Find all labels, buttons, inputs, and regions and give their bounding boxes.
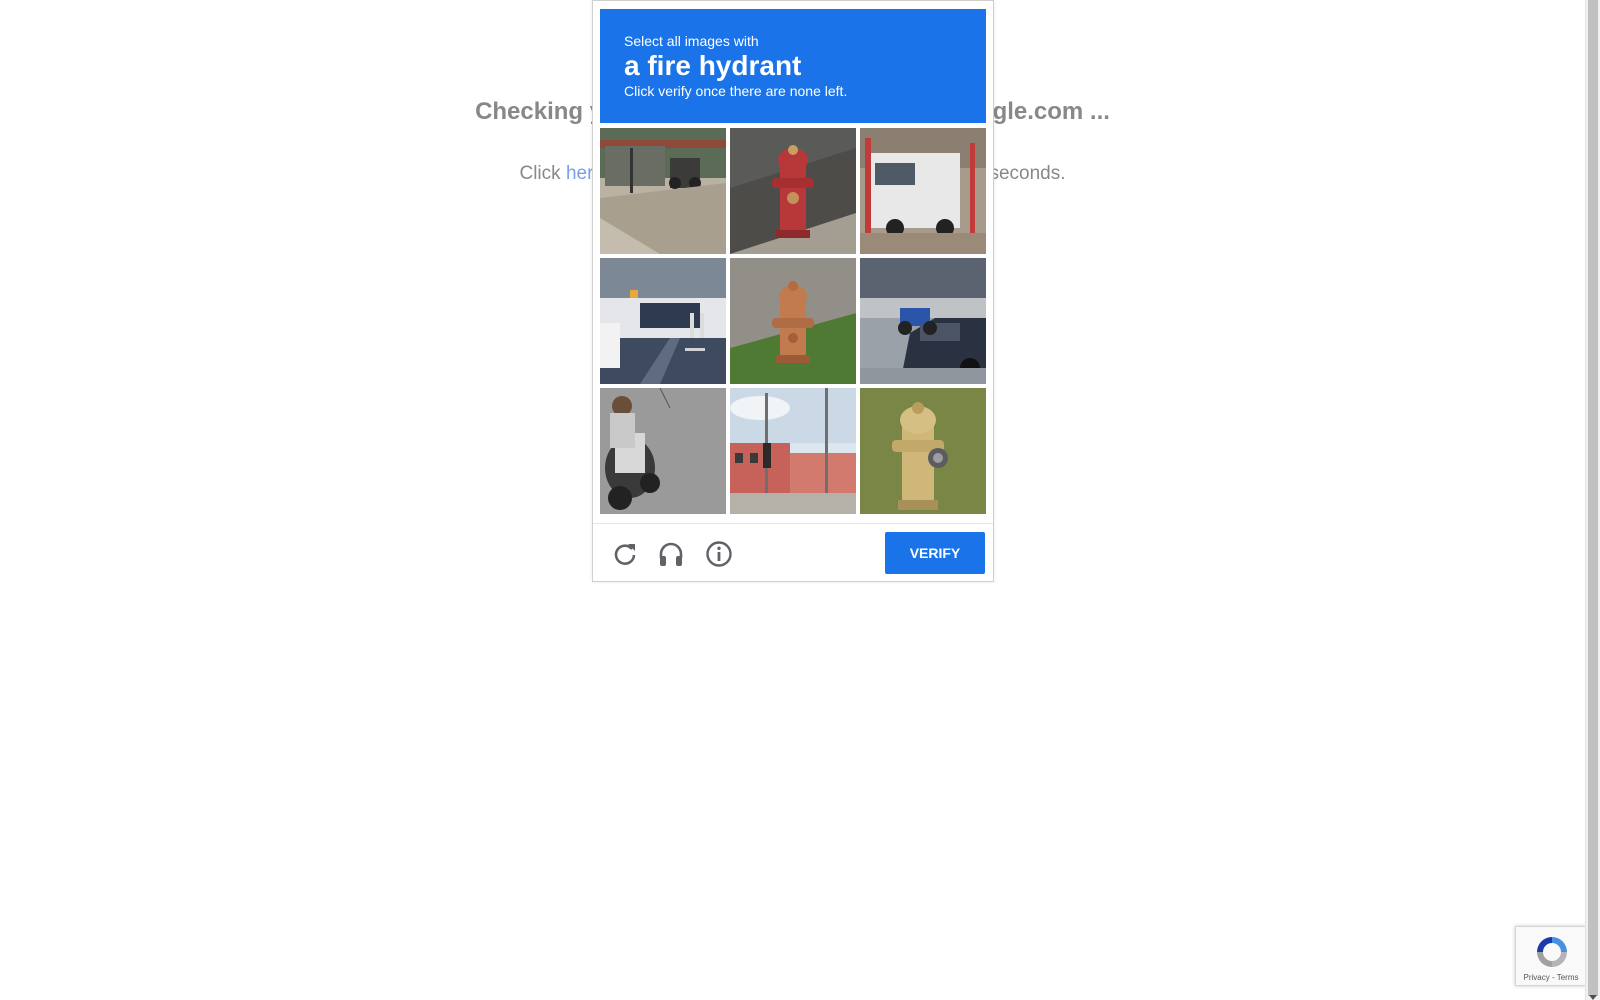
verify-button[interactable]: VERIFY [885, 532, 985, 574]
captcha-tile-7[interactable] [600, 388, 726, 514]
captcha-header: Select all images with a fire hydrant Cl… [600, 9, 986, 123]
reload-icon[interactable] [611, 540, 639, 568]
captcha-tile-9[interactable] [860, 388, 986, 514]
badge-links: Privacy - Terms [1516, 973, 1586, 982]
redirect-prefix: Click [519, 163, 566, 184]
page-scrollbar[interactable] [1585, 0, 1600, 1000]
headphones-icon[interactable] [657, 540, 685, 568]
captcha-footer: VERIFY [593, 523, 993, 582]
captcha-tile-3[interactable] [860, 128, 986, 254]
recaptcha-badge[interactable]: Privacy - Terms [1515, 926, 1585, 986]
privacy-link[interactable]: Privacy [1524, 973, 1550, 982]
captcha-instruction: Select all images with [624, 33, 759, 49]
captcha-target: a fire hydrant [624, 50, 802, 81]
captcha-image-grid [600, 128, 986, 514]
captcha-tile-2[interactable] [730, 128, 856, 254]
scroll-down-icon[interactable] [1589, 995, 1597, 1000]
terms-link[interactable]: Terms [1557, 973, 1579, 982]
scrollbar-thumb[interactable] [1588, 0, 1598, 996]
badge-separator: - [1549, 973, 1557, 982]
captcha-tile-6[interactable] [860, 258, 986, 384]
captcha-tile-1[interactable] [600, 128, 726, 254]
captcha-tile-8[interactable] [730, 388, 856, 514]
info-icon[interactable] [705, 540, 733, 568]
recaptcha-logo-icon [1537, 937, 1567, 967]
captcha-tile-5[interactable] [730, 258, 856, 384]
captcha-tile-4[interactable] [600, 258, 726, 384]
captcha-dialog: Select all images with a fire hydrant Cl… [592, 0, 994, 582]
captcha-hint: Click verify once there are none left. [624, 83, 848, 99]
